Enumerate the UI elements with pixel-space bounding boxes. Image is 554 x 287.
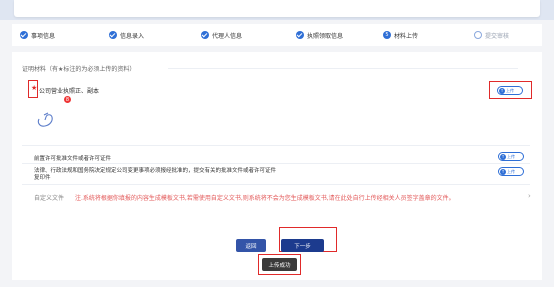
material-label-approval: 法律、行政法规和国务院决定规定公司变更事项必须报经批准的，提交有关的批准文件或者…: [34, 168, 277, 174]
back-button[interactable]: 返回: [236, 239, 266, 252]
step-label: 材料上传: [394, 32, 419, 40]
step-label: 事项信息: [31, 32, 56, 40]
step-item-submit: 提交审核: [474, 29, 509, 41]
upload-button-label: 上传: [507, 153, 515, 159]
step-item-entry[interactable]: 信息录入: [109, 29, 144, 41]
check-circle-icon: [20, 31, 28, 39]
step-item-info[interactable]: 事项信息: [20, 29, 55, 41]
divider: [22, 145, 530, 146]
divider: [168, 68, 518, 69]
step-label: 代理人信息: [212, 32, 243, 40]
divider: [22, 184, 530, 185]
material-label-prior-permit: 前置许可批准文件或者许可证件: [34, 156, 112, 162]
paperclip-file-icon[interactable]: [36, 110, 58, 130]
check-circle-icon: [201, 31, 209, 39]
upload-button-label: 上传: [507, 168, 515, 174]
required-star: ★: [31, 84, 38, 92]
step-item-license[interactable]: 执照领取信息: [296, 29, 343, 41]
pending-circle-icon: [474, 31, 482, 39]
status-badge: 8: [64, 96, 71, 103]
material-label-business-license: 公司营业执照正、副本: [39, 88, 100, 95]
section-title: 证明材料（有★标注的为必须上传的资料）: [22, 66, 136, 73]
progress-steps: [12, 24, 542, 46]
check-circle-icon: [296, 31, 304, 39]
step-label: 信息录入: [120, 32, 145, 40]
step-item-upload[interactable]: 5 材料上传: [383, 29, 418, 41]
step-label: 提交审核: [485, 32, 510, 40]
step-label: 执照领取信息: [307, 32, 344, 40]
upload-icon: ↑: [500, 153, 506, 160]
top-header-panel: [14, 0, 540, 17]
check-circle-icon: [109, 31, 117, 39]
upload-button-label: 上传: [506, 87, 514, 93]
next-button[interactable]: 下一步: [281, 239, 324, 252]
upload-success-toast: 上传成功: [262, 258, 297, 271]
upload-icon: ↑: [499, 87, 505, 94]
upload-button-prior-permit[interactable]: ↑ 上传: [498, 152, 524, 161]
upload-button-business-license[interactable]: ↑ 上传: [497, 86, 523, 95]
custom-doc-note: 注.系统将根据你填报的内容生成模板文书,若需使用自定义文书,则系统将不会为您生成…: [75, 195, 455, 202]
custom-doc-label: 自定义文件: [34, 195, 65, 202]
divider: [22, 163, 530, 164]
step-item-agent[interactable]: 代理人信息: [201, 29, 242, 41]
upload-button-approval[interactable]: ↑ 上传: [498, 167, 524, 176]
top-header-bar: [0, 0, 554, 20]
chevron-right-icon[interactable]: ›: [528, 192, 531, 200]
upload-icon: ↑: [500, 168, 506, 175]
material-label-approval-line2: 复印件: [34, 175, 51, 181]
step-number-icon: 5: [383, 31, 391, 39]
